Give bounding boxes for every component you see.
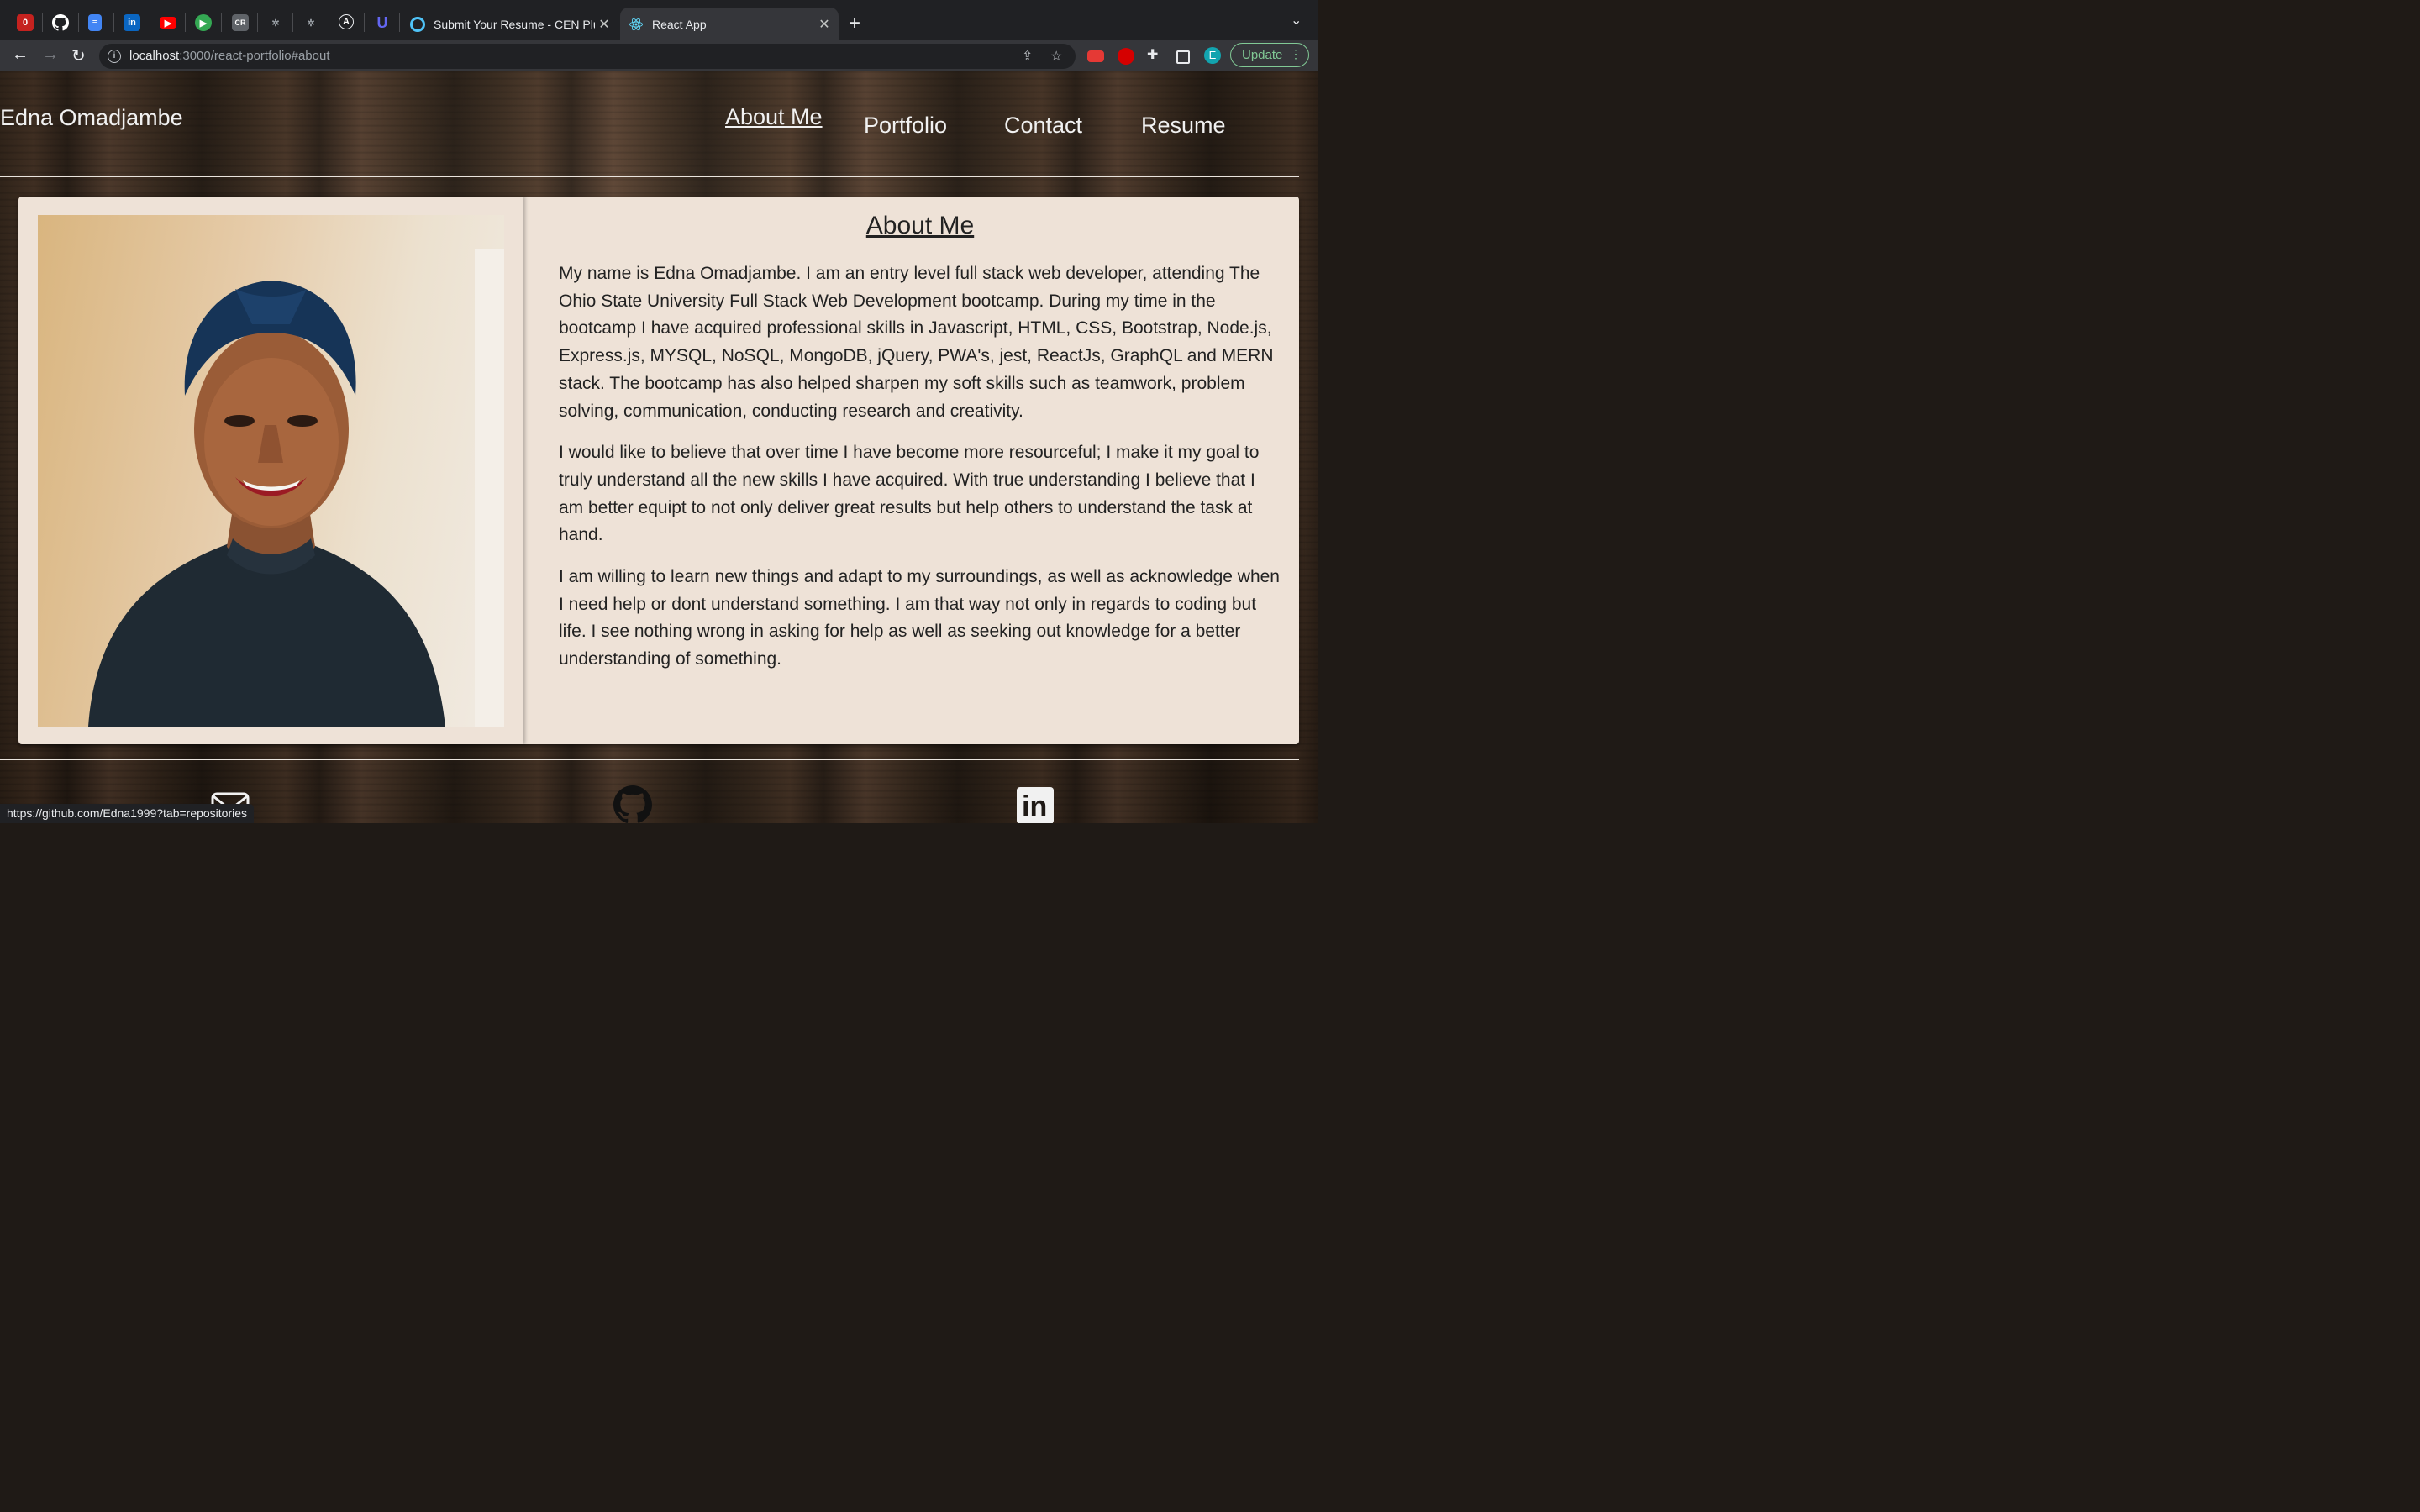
github-icon[interactable]	[52, 14, 69, 31]
header-divider	[0, 176, 1299, 177]
footer-divider	[0, 759, 1299, 760]
circle-icon	[410, 16, 425, 32]
nav-portfolio[interactable]: Portfolio	[864, 113, 947, 139]
a-circle-icon[interactable]: A	[339, 14, 354, 29]
browser-tab-strip: 0 ≡ in ▶ ▶ CR ✲ ✲ A U Submit Your Resume…	[0, 0, 1318, 40]
portrait-illustration	[88, 249, 504, 727]
tab-react-app[interactable]: React App ✕	[620, 8, 839, 40]
page-viewport: Edna Omadjambe About Me Portfolio Contac…	[0, 71, 1318, 823]
avatar[interactable]: E	[1204, 47, 1221, 64]
info-icon[interactable]: i	[108, 50, 121, 63]
update-label: Update	[1242, 48, 1283, 62]
tab-separator	[292, 13, 293, 32]
profile-photo	[38, 215, 504, 727]
about-paragraph: I would like to believe that over time I…	[559, 443, 1260, 545]
u-icon[interactable]: U	[374, 14, 391, 31]
status-bar-url: https://github.com/Edna1999?tab=reposito…	[0, 804, 255, 823]
address-url[interactable]: localhost:3000/react-portfolio#about	[129, 49, 330, 63]
tab-separator	[221, 13, 222, 32]
tab-separator	[113, 13, 114, 32]
about-paragraph: My name is Edna Omadjambe. I am an entry…	[559, 264, 1274, 421]
play-icon[interactable]: ▶	[195, 14, 212, 31]
react-icon	[629, 17, 644, 32]
tab-separator	[185, 13, 186, 32]
tab-separator	[257, 13, 258, 32]
nav-about-me[interactable]: About Me	[725, 104, 823, 130]
stop-hand-extension-icon[interactable]	[1118, 48, 1134, 65]
puzzle-extensions-icon[interactable]: ✚	[1147, 46, 1164, 63]
cr-icon[interactable]: CR	[232, 14, 249, 31]
more-menu-icon[interactable]: ⋮	[1290, 47, 1302, 61]
address-bar[interactable]: i localhost:3000/react-portfolio#about ⇪…	[99, 44, 1076, 69]
forward-arrow-icon[interactable]: →	[42, 45, 59, 65]
github-icon[interactable]	[613, 785, 652, 823]
openai-icon[interactable]: ✲	[302, 14, 319, 31]
about-title: About Me	[865, 212, 975, 239]
back-arrow-icon[interactable]: ←	[12, 45, 29, 65]
url-host: localhost	[129, 49, 180, 63]
photo-panel	[18, 197, 523, 744]
tab-separator	[42, 13, 43, 32]
url-path: :3000/react-portfolio#about	[179, 49, 330, 63]
share-icon[interactable]: ⇪	[1022, 48, 1033, 65]
site-brand[interactable]: Edna Omadjambe	[0, 105, 183, 131]
nav-resume[interactable]: Resume	[1141, 113, 1226, 139]
new-tab-icon[interactable]: +	[849, 12, 860, 35]
star-icon[interactable]: ☆	[1050, 48, 1062, 65]
about-card: About Me My name is Edna Omadjambe. I am…	[18, 197, 1299, 744]
youtube-icon[interactable]: ▶	[160, 17, 176, 29]
tab-separator	[364, 13, 365, 32]
tab-label: Submit Your Resume - CEN Plu	[434, 17, 595, 31]
about-paragraph: I am willing to learn new things and ada…	[559, 567, 1280, 669]
gmail-icon[interactable]: 0	[17, 14, 34, 31]
screen-recorder-extension-icon[interactable]	[1087, 50, 1104, 62]
update-button[interactable]: Update ⋮	[1230, 43, 1309, 67]
browser-toolbar: ← → ↻ i localhost:3000/react-portfolio#a…	[0, 40, 1318, 71]
chevron-down-icon[interactable]: ⌄	[1291, 12, 1302, 29]
docs-icon[interactable]: ≡	[88, 14, 102, 31]
tab-label: React App	[652, 17, 707, 31]
close-icon[interactable]: ✕	[595, 16, 613, 33]
tab-submit-resume[interactable]: Submit Your Resume - CEN Plu ✕	[402, 8, 618, 40]
tab-separator	[78, 13, 79, 32]
close-icon[interactable]: ✕	[815, 16, 834, 33]
linkedin-icon[interactable]: in	[124, 14, 140, 31]
openai-icon[interactable]: ✲	[267, 14, 284, 31]
about-content: About Me My name is Edna Omadjambe. I am…	[559, 197, 1281, 674]
linkedin-icon[interactable]: in	[1017, 787, 1054, 823]
side-panel-icon[interactable]	[1176, 50, 1190, 64]
reload-icon[interactable]: ↻	[71, 45, 86, 66]
tab-separator	[399, 13, 400, 32]
nav-contact[interactable]: Contact	[1004, 113, 1082, 139]
